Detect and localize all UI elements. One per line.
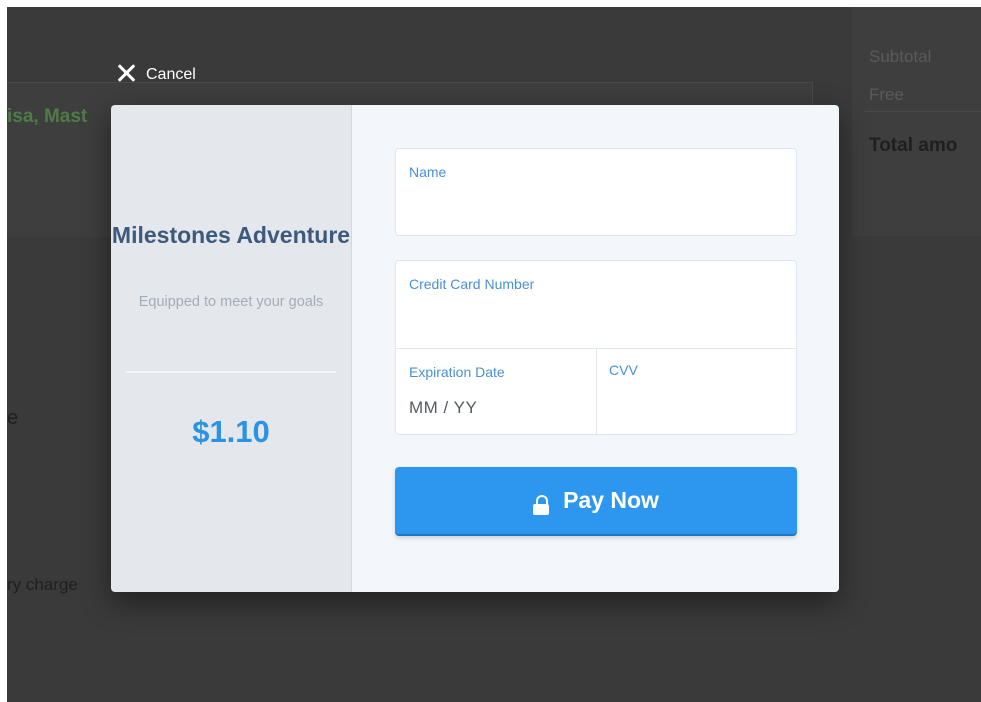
name-label: Name <box>409 164 447 180</box>
card-number-field[interactable]: Credit Card Number <box>396 261 796 349</box>
lock-icon <box>533 494 550 515</box>
card-details-group: Credit Card Number Expiration Date MM / … <box>395 260 797 435</box>
payment-amount: $1.10 <box>192 414 270 449</box>
card-number-label: Credit Card Number <box>409 276 535 292</box>
background-free-label: Free <box>869 85 904 104</box>
cancel-button[interactable]: Cancel <box>115 62 196 84</box>
background-subtotal-label: Subtotal <box>869 47 932 66</box>
background-order-summary <box>852 7 981 236</box>
name-field[interactable]: Name <box>395 148 797 236</box>
background-total-amount-label: Total amo <box>869 135 958 156</box>
background-delivery-charge-text: ry charge <box>7 575 78 594</box>
background-summary-divider <box>864 111 981 112</box>
card-form: Name Credit Card Number Expiration Date … <box>352 105 839 592</box>
merchant-tagline: Equipped to meet your goals <box>138 294 324 310</box>
cvv-label: CVV <box>609 362 638 378</box>
expiration-date-input[interactable]: MM / YY <box>409 398 477 418</box>
merchant-panel: Milestones Adventure Equipped to meet yo… <box>111 105 352 592</box>
background-card-types-text: isa, Mast <box>7 106 88 127</box>
expiration-date-label: Expiration Date <box>409 364 505 380</box>
cvv-field[interactable]: CVV <box>596 348 796 434</box>
close-icon[interactable] <box>115 62 137 84</box>
pay-now-label: Pay Now <box>563 487 659 513</box>
expiration-date-field[interactable]: Expiration Date MM / YY <box>396 348 597 434</box>
cancel-label[interactable]: Cancel <box>146 66 196 84</box>
payment-modal: Milestones Adventure Equipped to meet yo… <box>111 105 839 592</box>
merchant-name: Milestones Adventure <box>111 222 351 248</box>
merchant-divider <box>126 371 336 373</box>
background-text-fragment: e <box>7 407 19 429</box>
pay-now-button[interactable]: Pay Now <box>395 467 797 536</box>
